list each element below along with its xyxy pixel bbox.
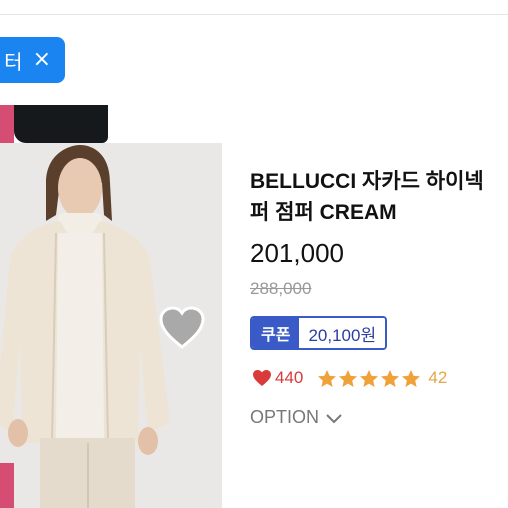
filter-chip-label: 터 bbox=[4, 49, 23, 74]
chevron-down-icon bbox=[326, 413, 342, 423]
product-image[interactable] bbox=[0, 143, 222, 508]
heart-outline-icon[interactable] bbox=[158, 306, 206, 350]
like-count: 440 bbox=[275, 368, 304, 387]
coupon-badge[interactable]: 쿠폰 20,100원 bbox=[250, 316, 388, 350]
product-title-line2: 퍼 점퍼 CREAM bbox=[250, 201, 397, 224]
badge-tag bbox=[0, 105, 14, 143]
rating-stars bbox=[317, 369, 422, 388]
option-label: OPTION bbox=[250, 407, 320, 427]
sale-price: 201,000 bbox=[250, 238, 344, 268]
close-icon[interactable]: × bbox=[33, 49, 51, 71]
star-icon bbox=[381, 369, 400, 387]
original-price: 288,000 bbox=[250, 279, 312, 298]
product-title-line1: BELLUCCI 자카드 하이넥 bbox=[250, 170, 484, 193]
coupon-tag: 쿠폰 bbox=[252, 318, 300, 348]
star-icon bbox=[402, 369, 421, 387]
product-stats: 440 42 bbox=[252, 368, 447, 388]
filter-chip[interactable]: 터 × bbox=[0, 37, 65, 83]
previous-product-image[interactable] bbox=[0, 105, 222, 143]
top-divider bbox=[0, 0, 508, 15]
option-dropdown[interactable]: OPTION bbox=[250, 407, 343, 428]
coupon-amount: 20,100원 bbox=[299, 318, 386, 348]
star-icon bbox=[360, 369, 379, 387]
review-count: 42 bbox=[428, 368, 448, 387]
star-icon bbox=[339, 369, 358, 387]
heart-icon bbox=[253, 370, 271, 386]
product-title[interactable]: BELLUCCI 자카드 하이넥 퍼 점퍼 CREAM bbox=[250, 166, 508, 228]
star-icon bbox=[318, 369, 337, 387]
badge-tag bbox=[0, 463, 14, 508]
